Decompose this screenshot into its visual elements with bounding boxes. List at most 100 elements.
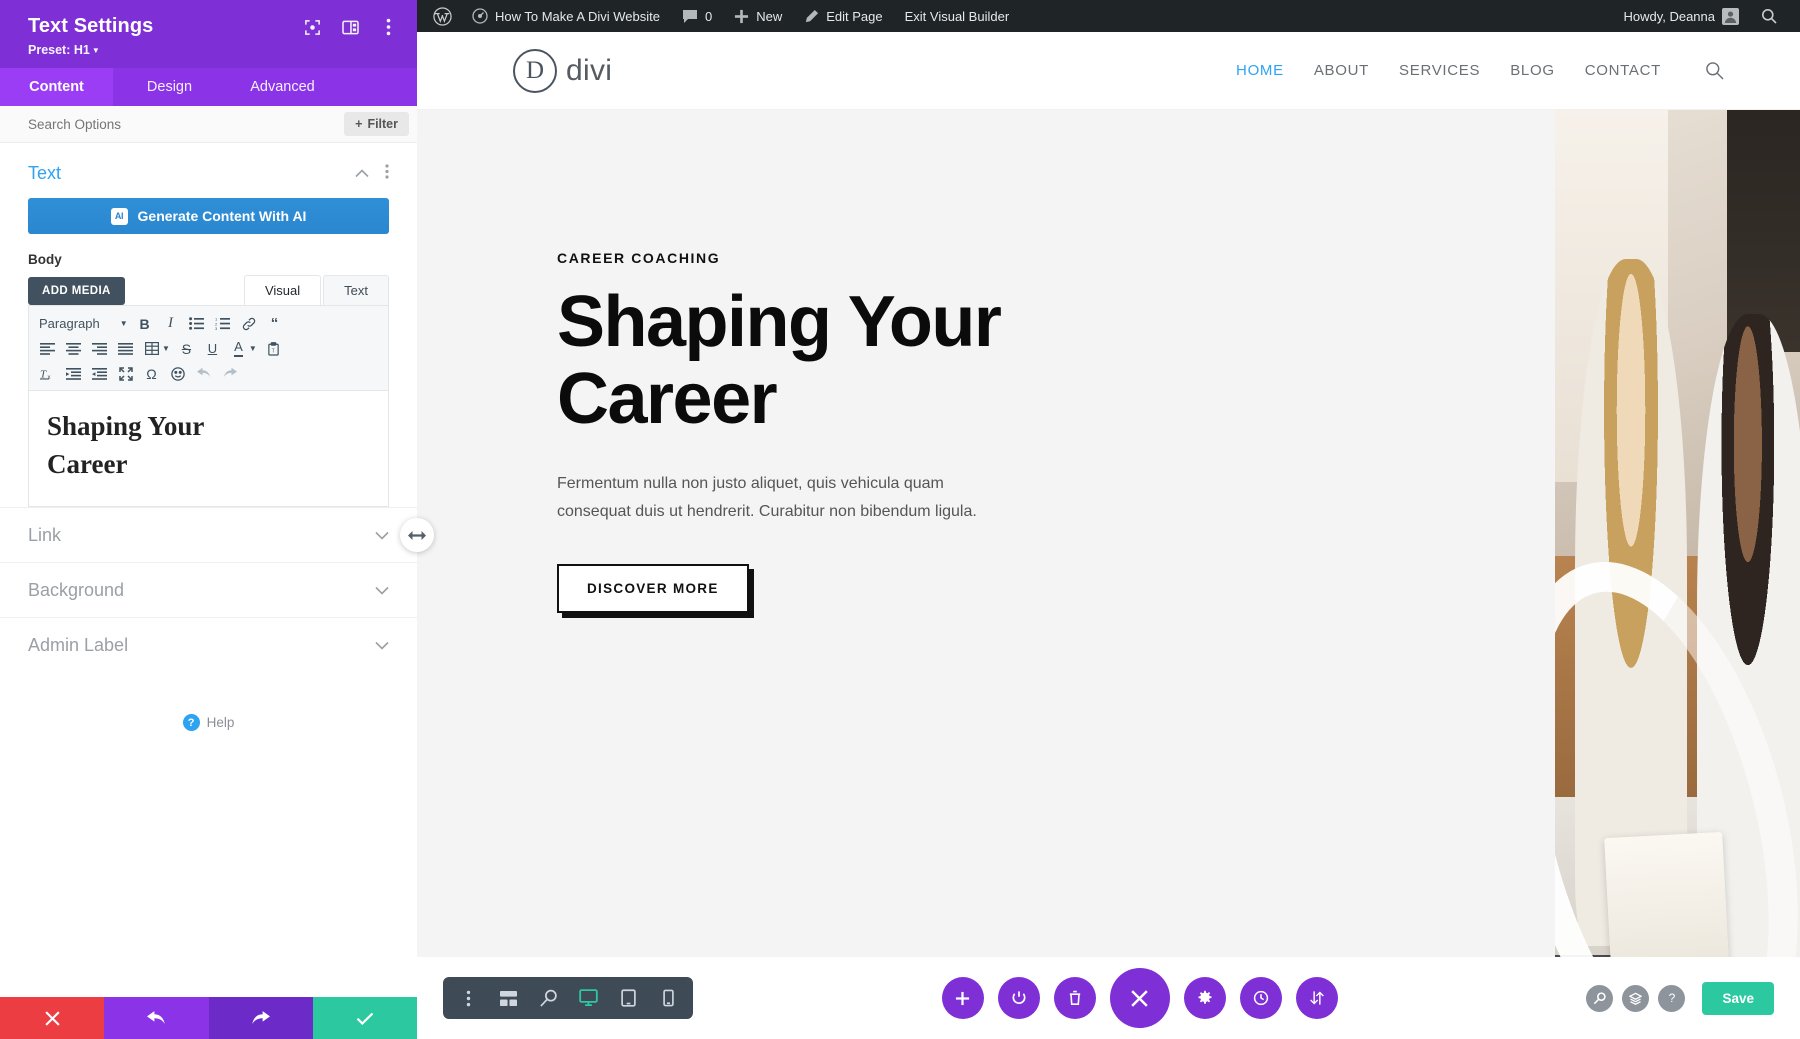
- text-color-icon[interactable]: A: [226, 337, 251, 361]
- admin-search-button[interactable]: [1750, 0, 1788, 32]
- editor-tab-text[interactable]: Text: [323, 275, 389, 305]
- tab-advanced[interactable]: Advanced: [226, 68, 339, 106]
- redo-icon[interactable]: [217, 362, 242, 386]
- italic-icon[interactable]: I: [158, 312, 183, 336]
- settings-button[interactable]: [1183, 977, 1226, 1019]
- save-changes-button[interactable]: [312, 997, 417, 1039]
- howdy-label: Howdy, Deanna: [1623, 8, 1715, 24]
- focus-icon[interactable]: [303, 18, 321, 36]
- undo-icon[interactable]: [191, 362, 216, 386]
- save-button[interactable]: Save: [1702, 981, 1774, 1015]
- align-center-icon[interactable]: [61, 337, 86, 361]
- nav-item-home[interactable]: HOME: [1236, 62, 1284, 79]
- wireframe-view-icon[interactable]: [489, 977, 527, 1019]
- history-button[interactable]: [1239, 977, 1282, 1019]
- my-account-menu[interactable]: Howdy, Deanna: [1612, 0, 1750, 32]
- layers-icon[interactable]: [1622, 984, 1650, 1012]
- emoji-icon[interactable]: [165, 362, 190, 386]
- desktop-view-icon[interactable]: [569, 977, 607, 1019]
- editor-toolbar: Paragraph ▼ B I 123 “ ▼ S U A ▼ T T x Ω: [28, 305, 389, 390]
- blockquote-icon[interactable]: “: [262, 312, 287, 336]
- add-section-button[interactable]: [941, 977, 984, 1019]
- nav-item-services[interactable]: SERVICES: [1399, 62, 1480, 79]
- section-background[interactable]: Background: [0, 562, 417, 617]
- editor-content[interactable]: Shaping Your Career: [28, 390, 389, 507]
- chevron-up-icon[interactable]: [355, 165, 369, 183]
- strikethrough-icon[interactable]: S: [174, 337, 199, 361]
- indent-icon[interactable]: [87, 362, 112, 386]
- bold-icon[interactable]: B: [132, 312, 157, 336]
- delete-button[interactable]: [1053, 977, 1096, 1019]
- nav-item-about[interactable]: ABOUT: [1314, 62, 1369, 79]
- align-justify-icon[interactable]: [113, 337, 138, 361]
- filter-button[interactable]: + Filter: [344, 112, 409, 136]
- table-chevron-down-icon[interactable]: ▼: [162, 344, 170, 353]
- generate-content-with-ai-button[interactable]: AI Generate Content With AI: [28, 198, 389, 234]
- new-content-menu[interactable]: New: [723, 0, 793, 32]
- clear-formatting-icon[interactable]: Tx: [35, 362, 60, 386]
- body-editor: ADD MEDIA Visual Text Paragraph ▼ B I 1 …: [28, 275, 389, 507]
- outdent-icon[interactable]: [61, 362, 86, 386]
- nav-item-blog[interactable]: BLOG: [1510, 62, 1554, 79]
- text-color-chevron-down-icon[interactable]: ▼: [249, 344, 257, 353]
- editor-tab-visual[interactable]: Visual: [243, 275, 322, 305]
- nav-item-contact[interactable]: CONTACT: [1585, 62, 1661, 79]
- comment-count: 0: [704, 8, 713, 24]
- tab-design[interactable]: Design: [113, 68, 226, 106]
- phone-view-icon[interactable]: [649, 977, 687, 1019]
- section-admin-label[interactable]: Admin Label: [0, 617, 417, 672]
- tablet-view-icon[interactable]: [609, 977, 647, 1019]
- site-logo[interactable]: D divi: [513, 48, 612, 93]
- wordpress-admin-bar: How To Make A Divi Website 0 New Edit Pa…: [417, 0, 1800, 32]
- layout-columns-icon[interactable]: [341, 18, 359, 36]
- special-character-icon[interactable]: Ω: [139, 362, 164, 386]
- link-icon[interactable]: [236, 312, 261, 336]
- search-icon[interactable]: [1586, 984, 1614, 1012]
- preset-selector[interactable]: Preset: H1 ▼: [28, 43, 153, 57]
- edit-page-menu[interactable]: Edit Page: [793, 0, 893, 32]
- redo-button[interactable]: [208, 997, 313, 1039]
- table-icon[interactable]: [139, 337, 164, 361]
- bulleted-list-icon[interactable]: [184, 312, 209, 336]
- site-search-icon[interactable]: [1705, 61, 1724, 80]
- wordpress-logo-menu[interactable]: [427, 0, 461, 32]
- format-select[interactable]: Paragraph ▼: [35, 316, 131, 331]
- toolbar-row-1: Paragraph ▼ B I 123 “: [35, 311, 382, 336]
- undo-button[interactable]: [104, 997, 209, 1039]
- settings-panel-body: Text AI Generate Content With AI Body AD: [0, 143, 417, 997]
- wordpress-icon: [433, 6, 452, 26]
- discover-more-button[interactable]: DISCOVER MORE: [557, 564, 749, 614]
- divi-logo-mark: D: [513, 48, 557, 93]
- discard-changes-button[interactable]: [0, 997, 105, 1039]
- format-select-label: Paragraph: [39, 316, 100, 331]
- primary-navigation: HOME ABOUT SERVICES BLOG CONTACT: [1236, 61, 1724, 80]
- close-builder-button[interactable]: [1109, 968, 1170, 1028]
- panel-resize-handle[interactable]: [400, 518, 434, 552]
- site-name-menu[interactable]: How To Make A Divi Website: [461, 0, 671, 32]
- fullscreen-icon[interactable]: [113, 362, 138, 386]
- section-link[interactable]: Link: [0, 507, 417, 562]
- align-right-icon[interactable]: [87, 337, 112, 361]
- page-settings-button[interactable]: [997, 977, 1040, 1019]
- underline-icon[interactable]: U: [200, 337, 225, 361]
- align-left-icon[interactable]: [35, 337, 60, 361]
- help-link[interactable]: ? Help: [0, 714, 417, 731]
- section-more-icon[interactable]: [385, 163, 389, 184]
- body-field-label: Body: [28, 252, 62, 267]
- section-background-label: Background: [28, 579, 125, 600]
- numbered-list-icon[interactable]: 123: [210, 312, 235, 336]
- editor-content-line-2: Career: [47, 449, 128, 480]
- search-options-row: + Filter: [0, 106, 417, 143]
- more-options-icon[interactable]: [449, 977, 487, 1019]
- portability-button[interactable]: [1295, 977, 1338, 1019]
- dashboard-icon: [472, 8, 488, 24]
- comments-menu[interactable]: 0: [671, 0, 723, 32]
- tab-content[interactable]: Content: [0, 68, 113, 106]
- more-vertical-icon[interactable]: [379, 18, 397, 36]
- paste-as-text-icon[interactable]: T: [261, 337, 286, 361]
- add-media-button[interactable]: ADD MEDIA: [28, 277, 125, 305]
- help-icon[interactable]: ?: [1658, 984, 1686, 1012]
- exit-visual-builder-menu[interactable]: Exit Visual Builder: [894, 0, 1021, 32]
- search-input[interactable]: [28, 116, 345, 132]
- zoom-out-view-icon[interactable]: [529, 977, 567, 1019]
